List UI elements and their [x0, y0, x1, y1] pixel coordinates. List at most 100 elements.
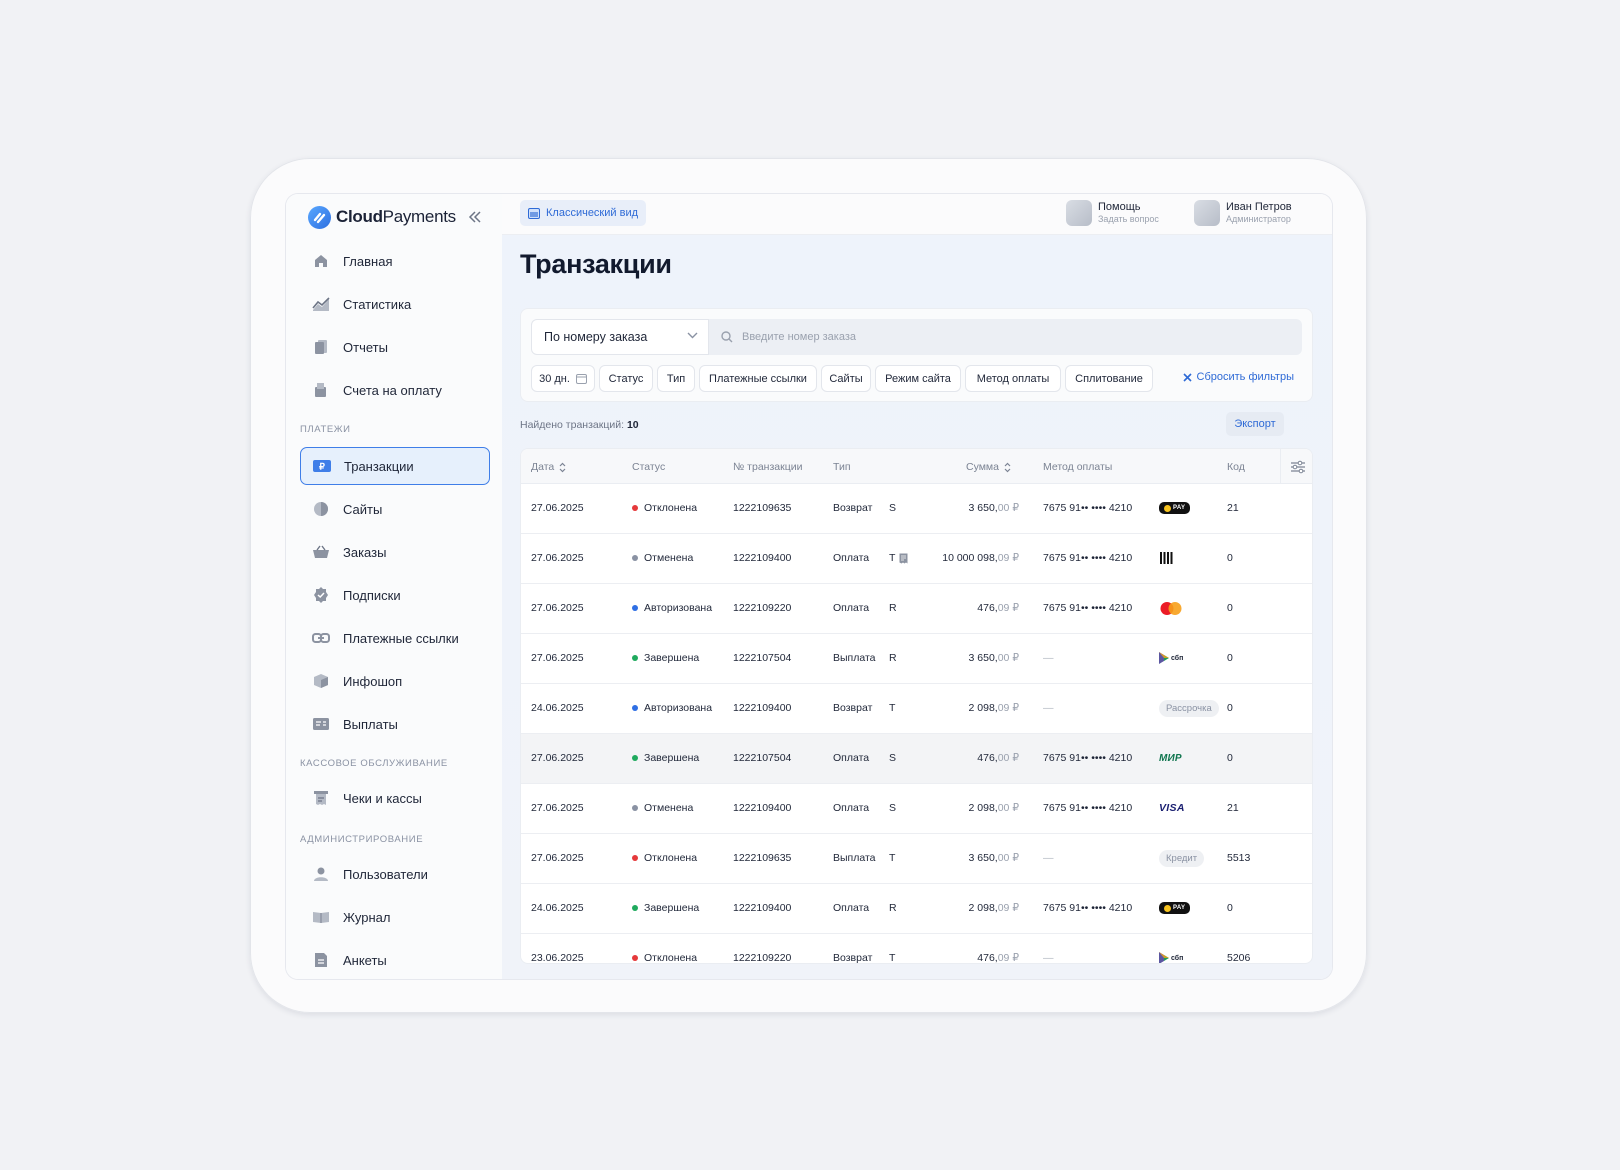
topbar: Классический вид Помощь Задать вопрос Ив… [502, 194, 1332, 235]
row-transaction-id: 1222109220 [733, 952, 792, 964]
sidebar-item-globe[interactable]: Сайты [300, 490, 490, 528]
status-dot [632, 605, 638, 611]
column-header[interactable]: Сумма [966, 461, 1011, 473]
table-row[interactable]: 27.06.2025 Завершена 1222107504 Выплата R 3 6… [521, 634, 1312, 684]
filter-chip[interactable]: Метод оплаты [965, 365, 1061, 392]
row-transaction-id: 1222109220 [733, 602, 792, 614]
sidebar-item-book[interactable]: Журнал [300, 898, 490, 936]
table-row[interactable]: 27.06.2025 Отклонена 1222109635 Возврат S 3 6… [521, 484, 1312, 534]
sidebar-item-users[interactable]: Пользователи [300, 855, 490, 893]
row-card-number: — [1043, 702, 1054, 714]
status-dot [632, 705, 638, 711]
receipt-icon [312, 789, 330, 807]
table-header: Дата Статус № транзакции Тип Сумма Метод опла… [521, 449, 1312, 484]
sidebar-item-form[interactable]: Анкеты [300, 941, 490, 979]
table-row[interactable]: 27.06.2025 Завершена 1222107504 Оплата S 476,… [521, 734, 1312, 784]
reset-filters-label: Сбросить фильтры [1196, 371, 1295, 383]
row-status: Отклонена [632, 852, 697, 864]
status-dot [632, 655, 638, 661]
app-window: CloudPayments ПЛАТЕЖИ КАССОВОЕ ОБСЛУЖИВА… [286, 194, 1332, 979]
sidebar-item-reports[interactable]: Отчеты [300, 328, 490, 366]
row-type-code: S [889, 752, 897, 764]
filter-chip[interactable]: Платежные ссылки [699, 365, 817, 392]
help-title: Помощь [1098, 201, 1141, 213]
filter-chip[interactable]: Режим сайта [875, 365, 961, 392]
table-row[interactable]: 23.06.2025 Отклонена 1222109220 Возврат T 476… [521, 934, 1312, 964]
column-header[interactable]: Дата [531, 461, 566, 473]
user-menu[interactable]: Иван Петров Администратор [1194, 200, 1292, 226]
section-admin: АДМИНИСТРИРОВАНИЕ [300, 834, 424, 845]
filter-chip[interactable]: Сплитование [1065, 365, 1153, 392]
row-type-code: R [889, 602, 897, 614]
row-amount: 3 650,00 ₽ [968, 852, 1019, 864]
row-transaction-id: 1222109400 [733, 702, 792, 714]
row-transaction-id: 1222109635 [733, 852, 792, 864]
sidebar-item-label: Главная [343, 253, 393, 269]
search-type-select[interactable]: По номеру заказа [531, 319, 709, 355]
column-settings-button[interactable] [1280, 449, 1312, 484]
row-payment-method [1159, 598, 1183, 618]
sidebar-item-badge-check[interactable]: Подписки [300, 576, 490, 614]
yandex-pay-icon: PAY [1159, 502, 1191, 514]
sidebar-item-box[interactable]: Инфошоп [300, 662, 490, 700]
status-dot [632, 805, 638, 811]
row-card-number: 7675 91•• •••• 4210 [1043, 752, 1133, 764]
filter-chip[interactable]: Тип [657, 365, 695, 392]
table-row[interactable]: 27.06.2025 Отменена 1222109400 Оплата S 2 098… [521, 784, 1312, 834]
filter-chip[interactable]: Сайты [821, 365, 871, 392]
sidebar-item-label: Сайты [343, 501, 383, 517]
filter-chip[interactable]: Статус [599, 365, 653, 392]
help-subtitle: Задать вопрос [1098, 214, 1159, 224]
sidebar-item-label: Выплаты [343, 716, 398, 732]
yandex-pay-icon: PAY [1159, 902, 1191, 914]
reset-filters-button[interactable]: Сбросить фильтры [1182, 371, 1295, 383]
sidebar-item-payout[interactable]: Выплаты [300, 705, 490, 743]
row-status: Завершена [632, 902, 699, 914]
logo-text: CloudPayments [336, 207, 456, 226]
row-status: Отклонена [632, 952, 697, 963]
payment-type-badge: Кредит [1159, 849, 1205, 867]
table-row[interactable]: 24.06.2025 Завершена 1222109400 Оплата R 2 09… [521, 884, 1312, 934]
page-title: Транзакции [520, 249, 672, 279]
row-payment-method: Кредит [1159, 848, 1205, 868]
help-button[interactable]: Помощь Задать вопрос [1066, 200, 1159, 226]
row-date: 27.06.2025 [531, 652, 584, 664]
row-payment-method: PAY [1159, 898, 1191, 918]
row-transaction-id: 1222107504 [733, 752, 792, 764]
row-transaction-id: 1222109400 [733, 552, 792, 564]
sidebar-item-basket[interactable]: Заказы [300, 533, 490, 571]
row-payment-method: PAY [1159, 498, 1191, 518]
filter-chip-label: Режим сайта [885, 372, 951, 385]
filter-chip[interactable]: 30 дн. [531, 365, 595, 392]
filter-chip-label: 30 дн. [539, 372, 570, 385]
table-row[interactable]: 24.06.2025 Авторизована 1222109400 Возврат T… [521, 684, 1312, 734]
row-date: 24.06.2025 [531, 702, 584, 714]
sidebar-item-link[interactable]: Платежные ссылки [300, 619, 490, 657]
basket-icon [312, 543, 330, 561]
sidebar-item-home[interactable]: Главная [300, 242, 490, 280]
filter-panel: По номеру заказа Сбросить фильтры 30 дн.… [520, 308, 1313, 402]
sidebar-item-chart[interactable]: Статистика [300, 285, 490, 323]
sidebar-item-label: Журнал [343, 909, 391, 925]
table-row[interactable]: 27.06.2025 Авторизована 1222109220 Оплата R 4… [521, 584, 1312, 634]
sidebar-item-label: Статистика [343, 296, 412, 312]
table-row[interactable]: 27.06.2025 Отменена 1222109400 Оплата T 10 00… [521, 534, 1312, 584]
book-icon [312, 908, 330, 926]
logo[interactable]: CloudPayments [308, 204, 456, 230]
search-input[interactable] [742, 331, 1282, 343]
user-name: Иван Петров [1226, 201, 1292, 213]
classic-view-button[interactable]: Классический вид [520, 200, 647, 226]
row-card-number: 7675 91•• •••• 4210 [1043, 502, 1133, 514]
row-type: Выплата [833, 652, 876, 664]
sidebar-item-receipt[interactable]: Чеки и кассы [300, 779, 490, 817]
collapse-sidebar-button[interactable] [464, 206, 486, 228]
sidebar-item-transactions[interactable]: ₽ Транзакции [300, 447, 490, 485]
export-button[interactable]: Экспорт [1226, 412, 1284, 436]
table-row[interactable]: 27.06.2025 Отклонена 1222109635 Выплата T 3 6… [521, 834, 1312, 884]
sidebar-item-invoice[interactable]: Счета на оплату [300, 371, 490, 409]
sidebar-item-label: Счета на оплату [343, 382, 442, 398]
status-dot [632, 555, 638, 561]
status-dot [632, 505, 638, 511]
row-date: 27.06.2025 [531, 752, 584, 764]
section-cash: КАССОВОЕ ОБСЛУЖИВАНИЕ [300, 758, 448, 769]
